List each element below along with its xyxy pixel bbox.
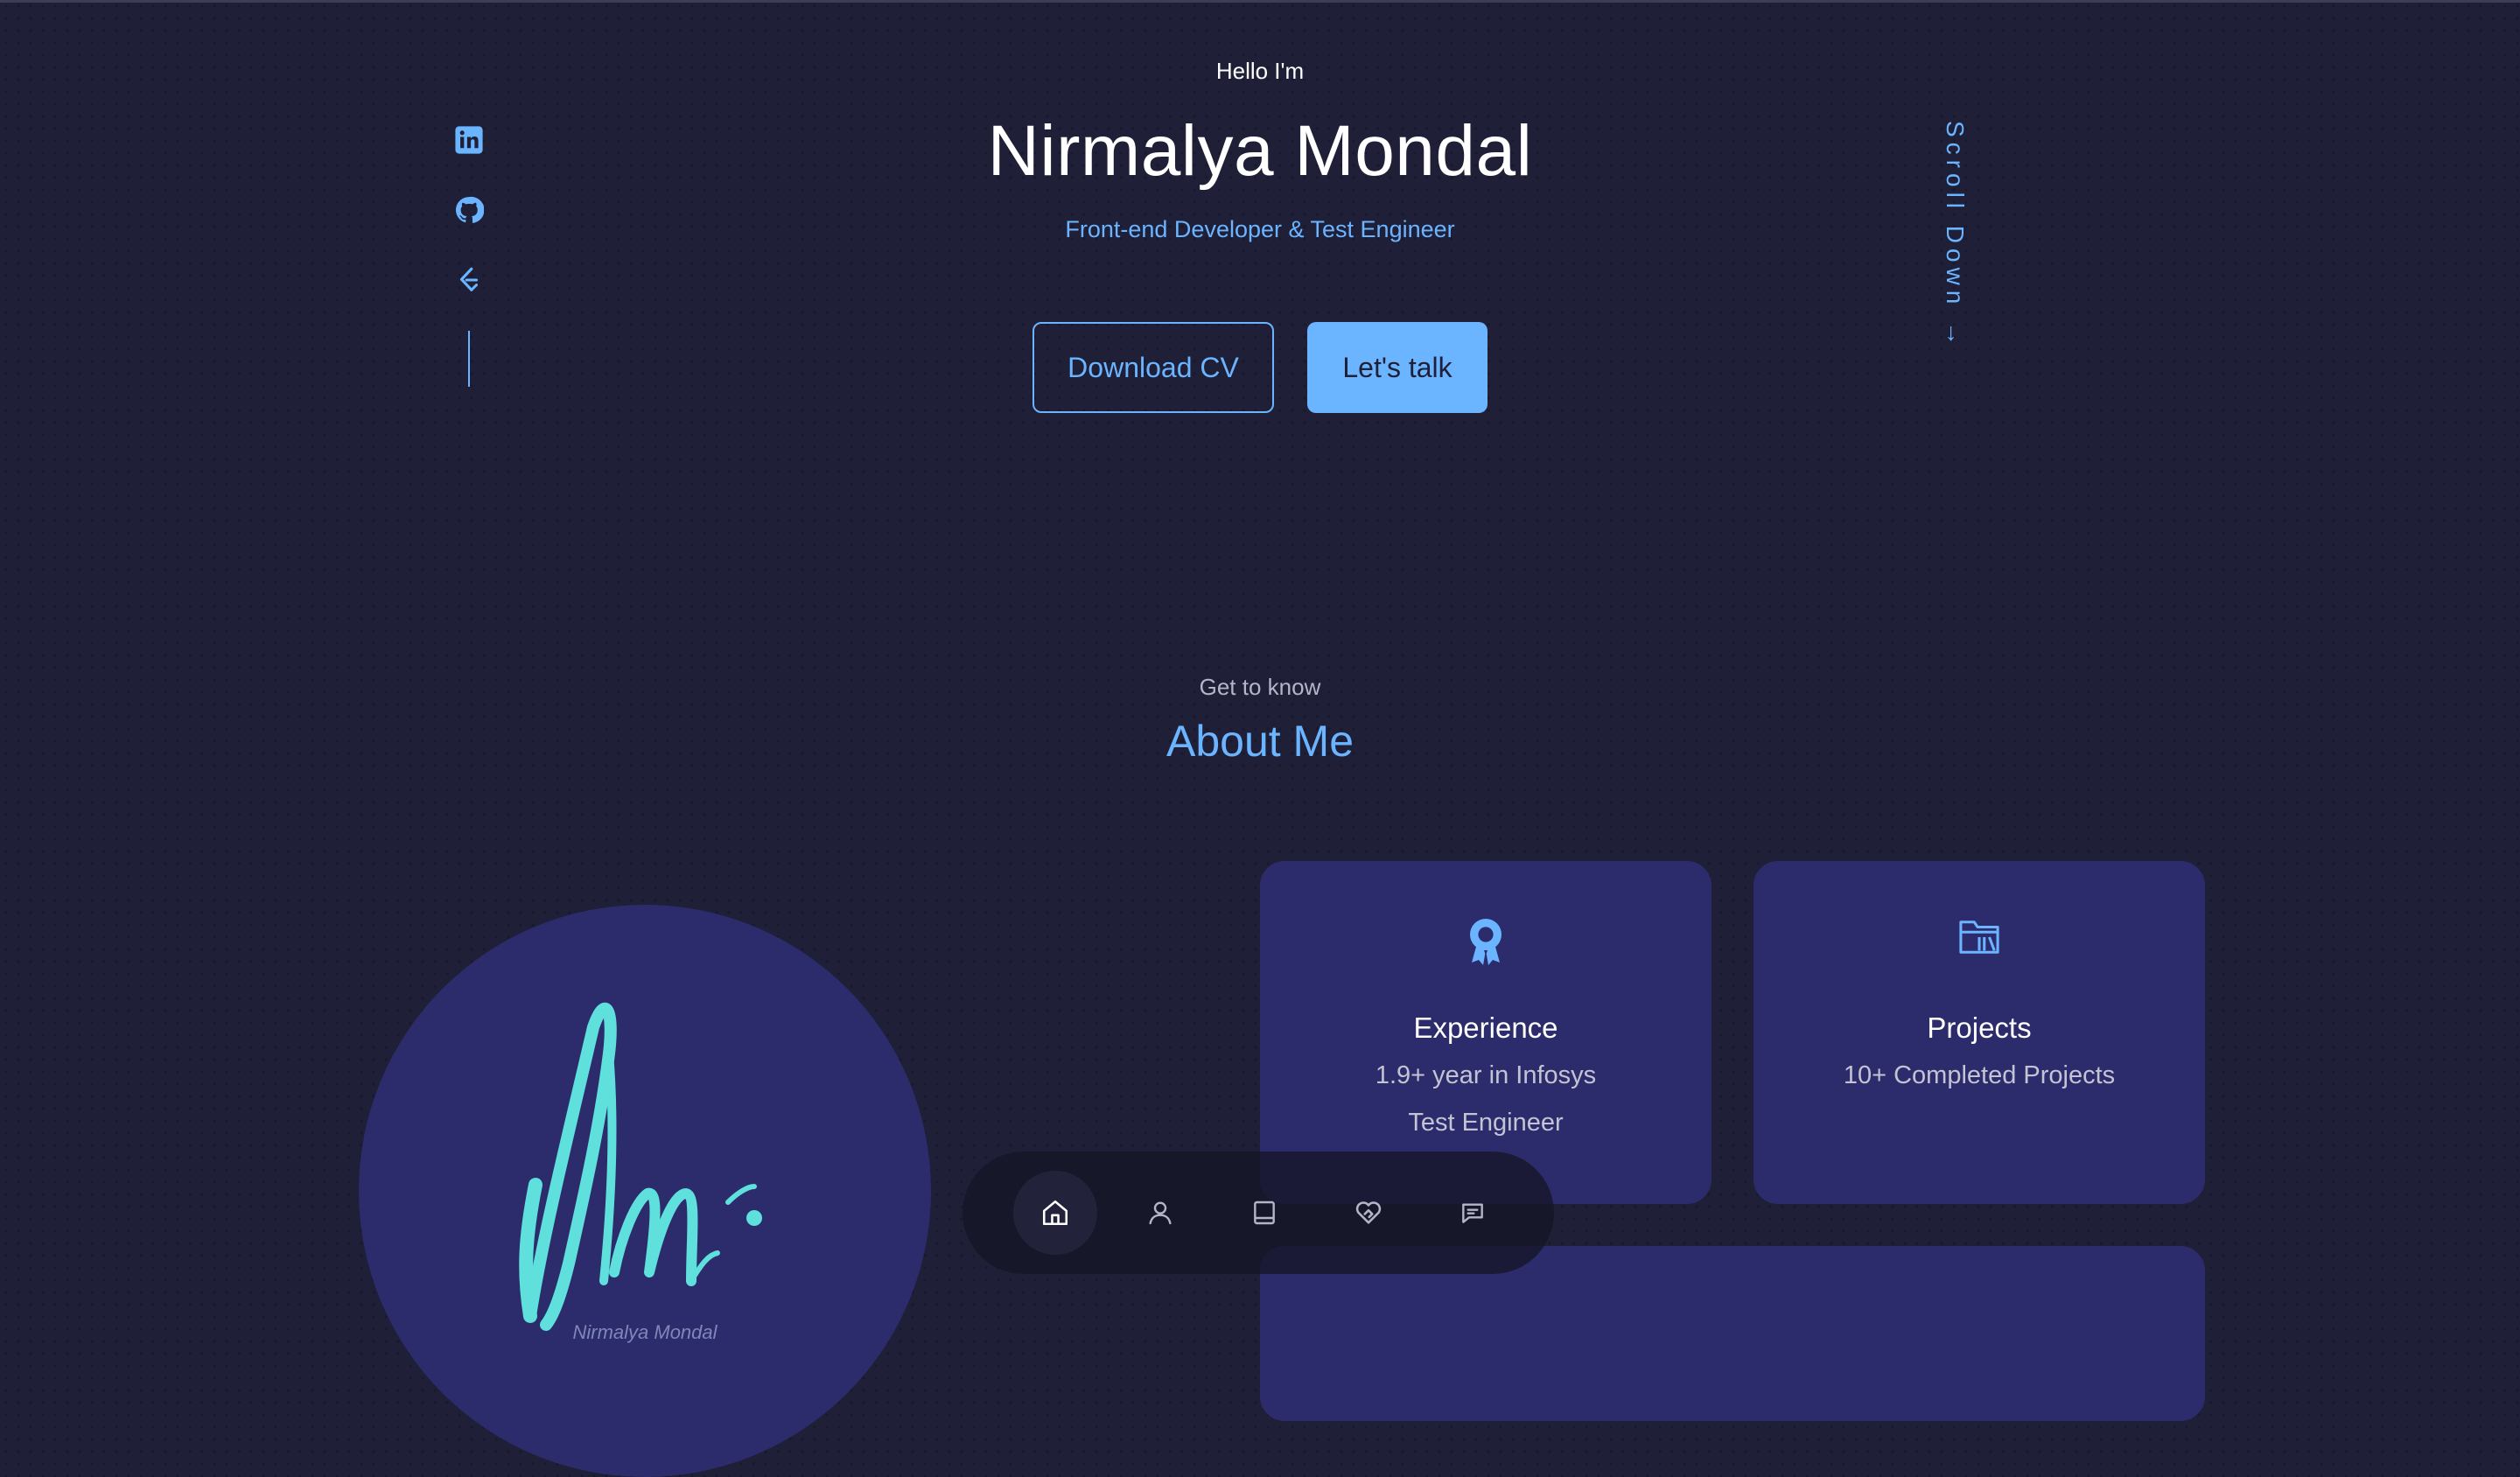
lets-talk-button[interactable]: Let's talk bbox=[1307, 322, 1488, 413]
download-cv-button[interactable]: Download CV bbox=[1032, 322, 1274, 413]
user-icon bbox=[1149, 1201, 1172, 1225]
nm-signature-logo bbox=[519, 1002, 762, 1331]
book-icon bbox=[1254, 1200, 1275, 1225]
message-icon bbox=[1462, 1203, 1483, 1223]
greeting-text: Hello I'm bbox=[1215, 58, 1305, 84]
avatar-caption: Nirmalya Mondal bbox=[572, 1321, 718, 1343]
about-kicker: Get to know bbox=[1199, 674, 1321, 700]
nav-about[interactable] bbox=[1118, 1171, 1202, 1255]
home-icon bbox=[1042, 1200, 1068, 1226]
top-border bbox=[0, 0, 2520, 3]
services-icon bbox=[1355, 1201, 1382, 1224]
about-title: About Me bbox=[1166, 717, 1354, 766]
hero-role: Front-end Developer & Test Engineer bbox=[1065, 216, 1455, 242]
projects-title: Projects bbox=[1927, 1012, 2032, 1044]
projects-icon bbox=[1959, 920, 1999, 954]
experience-title: Experience bbox=[1413, 1012, 1558, 1044]
nav-experience[interactable] bbox=[1222, 1171, 1306, 1255]
avatar: Nirmalya Mondal bbox=[359, 905, 931, 1477]
experience-detail: 1.9+ year in Infosys bbox=[1375, 1061, 1597, 1089]
experience-role: Test Engineer bbox=[1408, 1109, 1564, 1137]
scroll-down-link[interactable]: Scroll Down → bbox=[1941, 121, 1969, 351]
projects-card: Projects 10+ Completed Projects bbox=[1754, 861, 2205, 1204]
hero-name: Nirmalya Mondal bbox=[987, 111, 1533, 191]
leetcode-icon bbox=[459, 267, 479, 291]
award-icon bbox=[1470, 919, 1502, 965]
leetcode-link[interactable] bbox=[452, 262, 486, 298]
nav-contact[interactable] bbox=[1431, 1171, 1515, 1255]
nav-services[interactable] bbox=[1326, 1171, 1410, 1255]
nav-home[interactable] bbox=[1013, 1171, 1097, 1255]
social-divider-line bbox=[468, 331, 470, 387]
projects-detail: 10+ Completed Projects bbox=[1843, 1061, 2116, 1089]
bottom-nav bbox=[962, 1152, 1554, 1274]
